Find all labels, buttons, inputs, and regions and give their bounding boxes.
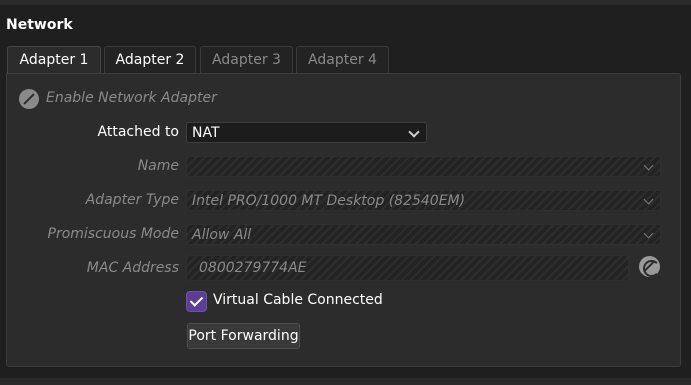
- promiscuous-mode-select[interactable]: Allow All: [186, 224, 661, 245]
- attached-to-label: Attached to: [97, 124, 179, 140]
- name-select[interactable]: [186, 156, 661, 177]
- mac-address-label: MAC Address: [86, 260, 179, 276]
- refresh-icon[interactable]: [639, 256, 660, 277]
- disabled-check-icon: [19, 89, 39, 109]
- tab-adapter-3[interactable]: Adapter 3: [200, 46, 293, 74]
- bottom-bar: [0, 378, 691, 385]
- adapter-type-value: Intel PRO/1000 MT Desktop (82540EM): [192, 193, 466, 209]
- promiscuous-mode-label: Promiscuous Mode: [47, 226, 179, 242]
- chevron-down-icon: [643, 160, 654, 171]
- tab-adapter-4[interactable]: Adapter 4: [296, 46, 389, 74]
- chevron-down-icon: [643, 228, 654, 239]
- port-forwarding-button[interactable]: Port Forwarding: [187, 323, 300, 349]
- top-bar: [0, 0, 691, 5]
- adapter-type-label: Adapter Type: [85, 192, 179, 208]
- tab-adapter-1[interactable]: Adapter 1: [7, 46, 101, 75]
- tab-adapter-2[interactable]: Adapter 2: [104, 46, 196, 74]
- check-icon: [186, 291, 207, 312]
- mac-address-value: 0800279774AE: [199, 260, 307, 276]
- enable-network-adapter-label: Enable Network Adapter: [46, 90, 217, 106]
- virtual-cable-label: Virtual Cable Connected: [213, 292, 383, 308]
- chevron-down-icon: [643, 194, 654, 205]
- attached-to-value: NAT: [192, 125, 220, 141]
- mac-address-input[interactable]: 0800279774AE: [186, 255, 629, 281]
- name-label: Name: [137, 158, 179, 174]
- promiscuous-mode-value: Allow All: [192, 227, 252, 243]
- section-title: Network: [6, 17, 73, 33]
- adapter-settings-panel: [6, 73, 681, 367]
- adapter-type-select[interactable]: Intel PRO/1000 MT Desktop (82540EM): [186, 190, 661, 211]
- attached-to-select[interactable]: NAT: [186, 122, 427, 143]
- chevron-down-icon: [408, 126, 420, 138]
